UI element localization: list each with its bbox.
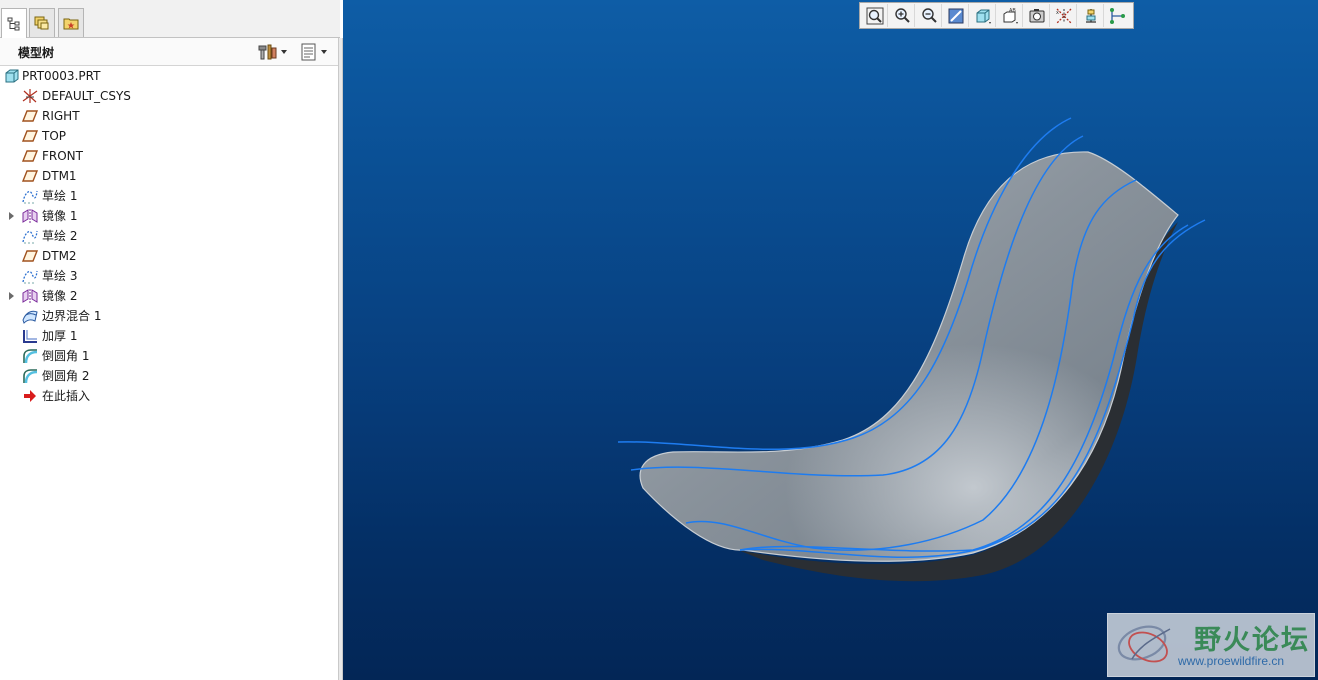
- tree-header: 模型树: [0, 38, 338, 66]
- thicken-icon: [23, 330, 37, 343]
- watermark-logo: 野火论坛 www.proewildfire.cn: [1107, 613, 1315, 677]
- round-icon: [23, 369, 38, 384]
- tree-settings-icon: [258, 44, 277, 60]
- tree-item-top[interactable]: TOP: [0, 126, 338, 146]
- sketch-icon: [22, 230, 38, 244]
- tree-show-button[interactable]: [300, 42, 327, 62]
- tab-favorites[interactable]: [58, 8, 84, 37]
- boundary-blend-icon: [22, 310, 38, 324]
- mirror-icon: [22, 289, 38, 303]
- mirror-icon: [22, 209, 38, 223]
- wildfire-logo-icon: [1117, 625, 1171, 663]
- round-icon: [23, 349, 38, 364]
- tree-item-csys[interactable]: DEFAULT_CSYS: [0, 86, 338, 106]
- tree-item-boundary-blend-1[interactable]: 边界混合 1: [0, 306, 338, 326]
- tree-item-sketch-2[interactable]: 草绘 2: [0, 226, 338, 246]
- favorites-folder-icon: [63, 18, 79, 30]
- datum-plane-icon: [22, 170, 38, 182]
- tree-item-round-2[interactable]: 倒圆角 2: [0, 366, 338, 386]
- expand-arrow-icon[interactable]: [9, 292, 14, 300]
- part-icon: [5, 69, 19, 83]
- insert-here-arrow-icon: [24, 390, 36, 402]
- tree-item-sketch-3[interactable]: 草绘 3: [0, 266, 338, 286]
- tree-item-front[interactable]: FRONT: [0, 146, 338, 166]
- datum-plane-icon: [22, 150, 38, 162]
- model-tree-panel: 模型树 PRT0003.PRT DEFAULT_CSYS RIGHT TOP F…: [0, 0, 340, 680]
- datum-plane-icon: [22, 110, 38, 122]
- tree-item-dtm1[interactable]: DTM1: [0, 166, 338, 186]
- watermark-url: www.proewildfire.cn: [1178, 654, 1285, 668]
- tree-item-round-1[interactable]: 倒圆角 1: [0, 346, 338, 366]
- tree-settings-button[interactable]: [258, 42, 287, 62]
- tree-title: 模型树: [18, 46, 55, 60]
- tree-item-insert-here[interactable]: 在此插入: [0, 386, 338, 406]
- sketch-icon: [22, 270, 38, 284]
- expand-arrow-icon[interactable]: [9, 212, 14, 220]
- tab-layers[interactable]: [29, 8, 55, 37]
- datum-plane-icon: [22, 130, 38, 142]
- tree-item-thicken-1[interactable]: 加厚 1: [0, 326, 338, 346]
- csys-icon: [22, 89, 38, 103]
- seat-highlight: [640, 151, 1178, 562]
- datum-plane-icon: [22, 250, 38, 262]
- graphics-viewport[interactable]: AB x 野火论坛 www.proewildfire.cn: [343, 0, 1318, 680]
- navigator-tabs: [0, 0, 340, 38]
- tree-item-dtm2[interactable]: DTM2: [0, 246, 338, 266]
- sketch-icon: [22, 190, 38, 204]
- watermark-title: 野火论坛: [1194, 625, 1310, 656]
- seat-model[interactable]: [343, 0, 1318, 680]
- tab-model-tree[interactable]: [1, 8, 27, 38]
- layers-icon: [34, 16, 49, 30]
- tree-item-part[interactable]: PRT0003.PRT: [0, 66, 338, 86]
- tree-item-mirror-2[interactable]: 镜像 2: [0, 286, 338, 306]
- tree-show-icon: [301, 43, 316, 61]
- tree-item-mirror-1[interactable]: 镜像 1: [0, 206, 338, 226]
- tree-item-sketch-1[interactable]: 草绘 1: [0, 186, 338, 206]
- model-tree-icon: [7, 17, 20, 30]
- model-tree: PRT0003.PRT DEFAULT_CSYS RIGHT TOP FRONT…: [0, 66, 338, 406]
- tree-item-right[interactable]: RIGHT: [0, 106, 338, 126]
